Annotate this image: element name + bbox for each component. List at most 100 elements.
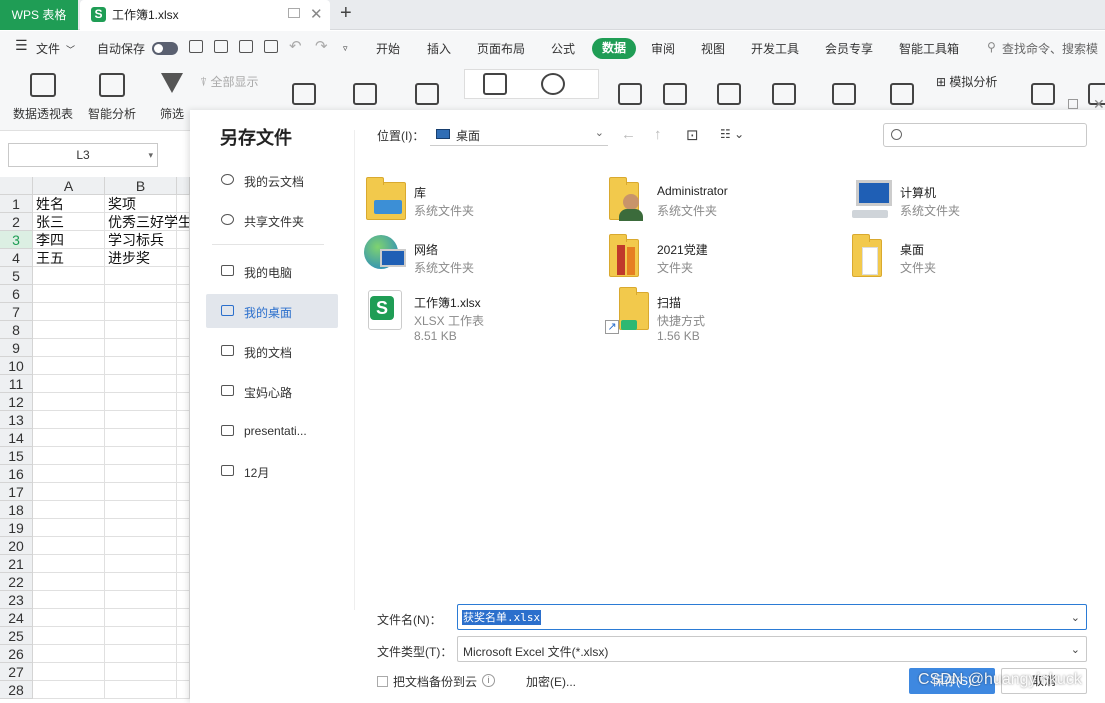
table-cell[interactable] [105,465,177,483]
file-item-desktop[interactable]: 桌面 文件夹 [848,233,1078,285]
location-dropdown[interactable]: 桌面 ⌄ [430,123,608,146]
table-cell[interactable] [177,213,190,231]
row-header[interactable]: 21 [0,555,33,573]
table-cell[interactable] [33,447,105,465]
table-cell[interactable] [105,609,177,627]
more-icon[interactable]: ▿ [343,43,348,54]
view-mode-icon[interactable]: ☷ ⌄ [720,127,744,141]
select-all-corner[interactable] [0,177,33,195]
table-cell[interactable] [177,303,190,321]
table-cell[interactable] [105,411,177,429]
filename-input[interactable]: 获奖名单.xlsx ⌄ [457,604,1087,630]
table-cell[interactable] [177,591,190,609]
row-header[interactable]: 12 [0,393,33,411]
table-cell[interactable] [177,393,190,411]
table-cell[interactable] [105,303,177,321]
sidebar-item-folder[interactable]: 宝妈心路 [206,374,338,408]
table-cell[interactable]: 学习标兵 [105,231,177,249]
table-cell[interactable] [33,339,105,357]
row-header[interactable]: 3 [0,231,33,249]
spreadsheet-grid[interactable]: A B 1 姓名 奖项 2 张三 优秀三好学生 3 李四 学习标兵 4 王五 进步奖 5 6 7 8 9 10 11… [0,177,192,703]
file-item-scan[interactable]: ↗ 扫描 快捷方式 1.56 KB [605,286,835,343]
table-cell[interactable]: 奖项 [105,195,177,213]
show-all-button[interactable]: ⍒ 全部显示 [200,73,259,90]
table-cell[interactable] [105,663,177,681]
row-header[interactable]: 14 [0,429,33,447]
table-cell[interactable] [177,645,190,663]
tab-page-layout[interactable]: 页面布局 [477,40,525,57]
table-cell[interactable] [33,285,105,303]
lookup-icon[interactable] [717,83,741,105]
table-cell[interactable] [33,465,105,483]
table-cell[interactable] [177,375,190,393]
table-cell[interactable] [177,609,190,627]
sidebar-item-my-computer[interactable]: 我的电脑 [206,254,338,288]
table-cell[interactable] [33,321,105,339]
reject-duplicates-icon[interactable] [415,83,439,105]
autosave-toggle[interactable] [152,42,178,55]
table-cell[interactable] [105,375,177,393]
app-menu-tab[interactable]: WPS 表格 [0,0,78,30]
row-header[interactable]: 16 [0,465,33,483]
format-box[interactable] [464,69,599,99]
tab-insert[interactable]: 插入 [427,40,451,57]
table-cell[interactable]: 进步奖 [105,249,177,267]
record-icon[interactable] [890,83,914,105]
row-header[interactable]: 13 [0,411,33,429]
table-cell[interactable] [177,285,190,303]
table-cell[interactable]: 优秀三好学生 [105,213,192,231]
row-header[interactable]: 19 [0,519,33,537]
table-cell[interactable] [33,537,105,555]
table-cell[interactable] [33,609,105,627]
table-cell[interactable] [177,537,190,555]
table-cell[interactable] [177,321,190,339]
maximize-icon[interactable] [1068,99,1078,109]
table-cell[interactable] [105,393,177,411]
highlight-duplicates-icon[interactable] [353,83,377,105]
row-header[interactable]: 1 [0,195,33,213]
up-icon[interactable]: ↑ [654,126,662,143]
table-cell[interactable] [177,339,190,357]
table-cell[interactable] [105,537,177,555]
undo-icon[interactable]: ↶ [289,37,302,55]
row-header[interactable]: 15 [0,447,33,465]
filter-button[interactable]: 筛选 [154,73,190,122]
sidebar-item-my-desktop[interactable]: 我的桌面 [206,294,338,328]
table-cell[interactable] [33,681,105,699]
table-cell[interactable] [105,447,177,465]
search-icon[interactable]: ⚲ [987,40,996,54]
table-cell[interactable] [177,195,190,213]
tab-view[interactable]: 视图 [701,40,725,57]
file-item-network[interactable]: 网络 系统文件夹 [362,233,592,285]
table-cell[interactable] [105,321,177,339]
table-cell[interactable] [33,627,105,645]
row-header[interactable]: 20 [0,537,33,555]
table-cell[interactable] [33,501,105,519]
table-cell[interactable] [105,555,177,573]
table-cell[interactable] [177,555,190,573]
file-item-administrator[interactable]: Administrator 系统文件夹 [605,176,835,228]
close-tab-icon[interactable]: ✕ [310,5,323,23]
sidebar-item-my-documents[interactable]: 我的文档 [206,334,338,368]
table-cell[interactable] [105,681,177,699]
row-header[interactable]: 4 [0,249,33,267]
table-cell[interactable] [33,483,105,501]
file-item-2021-party[interactable]: 2021党建 文件夹 [605,233,835,285]
row-header[interactable]: 2 [0,213,33,231]
table-cell[interactable] [105,573,177,591]
encrypt-link[interactable]: 加密(E)... [526,673,576,690]
table-cell[interactable] [33,663,105,681]
table-cell[interactable] [33,303,105,321]
consolidate-icon[interactable] [832,83,856,105]
table-cell[interactable] [33,267,105,285]
tab-smart-toolbox[interactable]: 智能工具箱 [899,40,959,57]
table-cell[interactable] [105,357,177,375]
sort-icon[interactable] [292,83,316,105]
table-cell[interactable] [33,555,105,573]
redo-icon[interactable]: ↷ [315,37,328,55]
sidebar-item-folder[interactable]: presentati... [206,414,338,448]
table-cell[interactable] [177,663,190,681]
table-cell[interactable] [105,483,177,501]
chevron-down-icon[interactable]: ﹀ [66,43,75,56]
tab-review[interactable]: 审阅 [651,40,675,57]
